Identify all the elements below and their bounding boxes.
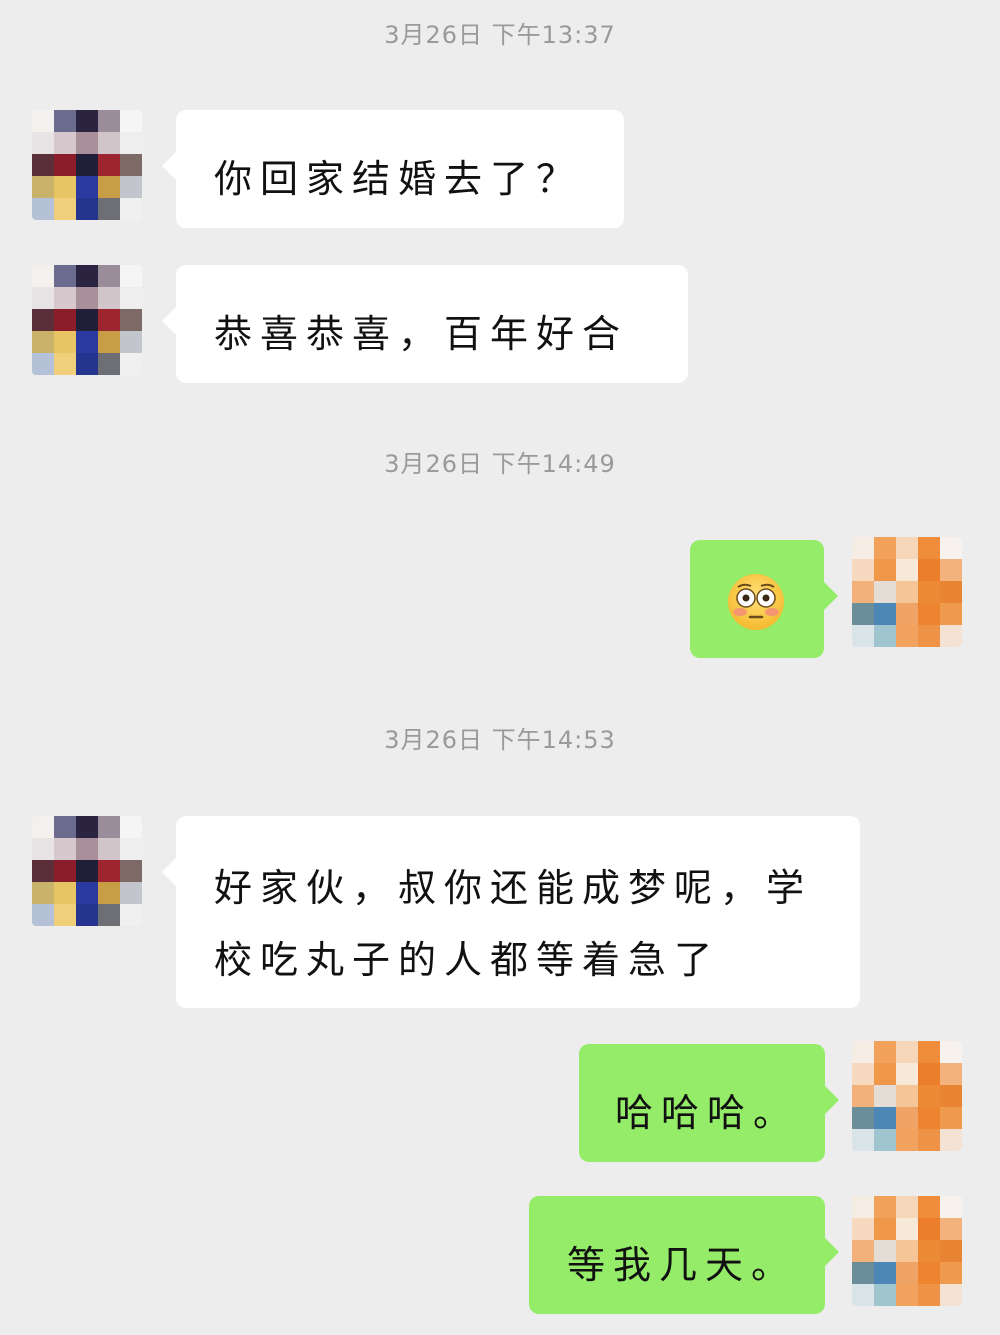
message-text: 恭喜恭喜，百年好合 — [214, 312, 629, 356]
self-avatar[interactable] — [852, 1041, 962, 1151]
timestamp: 3月26日 下午14:49 — [384, 450, 616, 478]
message-bubble[interactable] — [690, 540, 838, 658]
contact-avatar[interactable] — [32, 816, 142, 926]
message-bubble[interactable]: 好家伙，叔你还能成梦呢，学校吃丸子的人都等着急了 — [162, 816, 860, 1008]
chat-window[interactable]: 3月26日 下午13:37 你回家结婚去了？ 恭喜恭喜，百年好合 3月26日 下… — [0, 0, 1000, 1335]
contact-avatar[interactable] — [32, 110, 142, 220]
message-text: 等我几天。 — [567, 1243, 798, 1287]
timestamp: 3月26日 下午14:53 — [384, 726, 616, 754]
contact-avatar[interactable] — [32, 265, 142, 375]
flushed-face-emoji — [728, 574, 784, 630]
message-text: 好家伙，叔你还能成梦呢，学校吃丸子的人都等着急了 — [214, 866, 813, 982]
self-avatar[interactable] — [852, 537, 962, 647]
self-avatar[interactable] — [852, 1196, 962, 1306]
message-bubble[interactable]: 恭喜恭喜，百年好合 — [162, 265, 688, 383]
timestamp: 3月26日 下午13:37 — [384, 21, 616, 49]
message-bubble[interactable]: 哈哈哈。 — [579, 1044, 839, 1162]
message-text: 你回家结婚去了？ — [214, 157, 583, 201]
message-bubble[interactable]: 等我几天。 — [529, 1196, 839, 1314]
message-bubble[interactable]: 你回家结婚去了？ — [162, 110, 624, 228]
message-text: 哈哈哈。 — [615, 1091, 800, 1135]
